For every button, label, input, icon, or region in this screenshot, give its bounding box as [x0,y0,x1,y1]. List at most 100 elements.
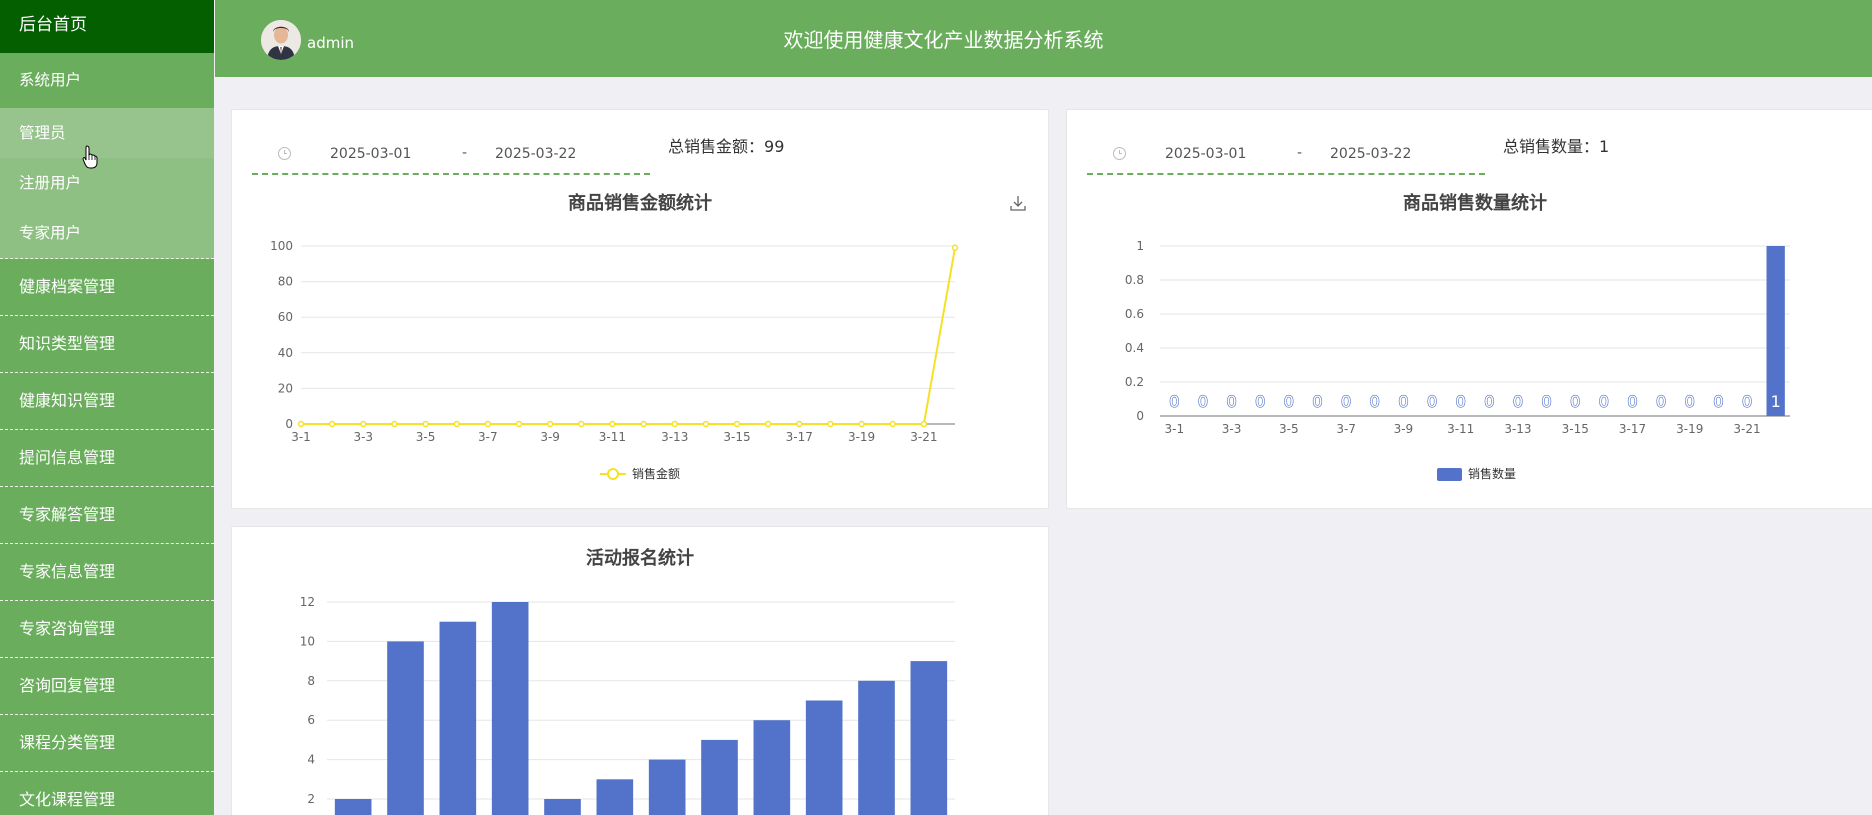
bar [439,621,477,815]
bar [387,641,424,815]
bar [596,779,634,815]
x-tick-label: 3-11 [599,430,626,444]
data-label: 0 [1370,392,1380,411]
data-point [827,420,834,428]
legend-marker [1437,468,1462,481]
data-label: 0 [1484,392,1494,411]
bar [805,700,843,815]
sidebar-item-course-category[interactable]: 课程分类管理 [0,715,214,772]
x-tick-label: 3-1 [1165,422,1185,436]
data-point [764,420,772,428]
sidebar-item-expert-consult[interactable]: 专家咨询管理 [0,601,214,658]
data-point [578,420,585,428]
data-point [671,420,678,428]
sales-amount-card: 2025-03-01 - 2025-03-22 总销售金额：99 商品销售金额统… [231,109,1049,509]
x-tick-label: 3-7 [1336,422,1356,436]
sales-count-bar-chart: 0 0.2 0.4 0.6 0.8 1 3-1 3-3 3-5 3-7 3-9 3-11 3-13 3-1… [1125,239,1790,481]
sidebar-item-expert-info[interactable]: 专家信息管理 [0,544,214,601]
data-label: 0 [1284,392,1294,411]
x-tick-label: 3-17 [1619,422,1646,436]
y-tick-label: 2 [307,792,315,806]
x-tick-label: 3-9 [540,430,560,444]
x-tick-label: 3-21 [910,430,937,444]
legend-marker [607,468,619,480]
bar [334,799,372,815]
y-tick-label: 40 [278,346,293,360]
y-tick-label: 0 [285,417,293,431]
data-point [858,420,865,428]
data-point [609,420,616,428]
data-point [360,420,367,428]
x-tick-label: 3-7 [478,430,498,444]
data-label: 0 [1742,392,1752,411]
x-tick-label: 3-21 [1733,422,1760,436]
x-tick-label: 3-17 [786,430,813,444]
data-label: 0 [1226,392,1236,411]
sidebar-item-culture-course[interactable]: 文化课程管理 [0,772,214,815]
sidebar-item-knowledge-types[interactable]: 知识类型管理 [0,316,214,373]
sidebar-item-questions[interactable]: 提问信息管理 [0,430,214,487]
data-point [328,420,336,428]
data-label: 0 [1341,392,1351,411]
sidebar-item-home[interactable]: 后台首页 [0,0,214,53]
sidebar-item-health-records[interactable]: 健康档案管理 [0,259,214,316]
sidebar-item-consult-reply[interactable]: 咨询回复管理 [0,658,214,715]
y-tick-label: 0.2 [1125,375,1144,389]
data-label: 0 [1627,392,1637,411]
data-label: 1 [1771,392,1781,411]
y-tick-label: 0.6 [1125,307,1144,321]
data-label: 0 [1198,392,1208,411]
data-point [391,420,398,428]
data-label: 0 [1255,392,1265,411]
y-tick-label: 60 [278,310,293,324]
y-tick-label: 80 [278,275,293,289]
x-tick-label: 3-9 [1394,422,1414,436]
sidebar-submenu: 管理员 注册用户 专家用户 [0,108,214,259]
data-label: 0 [1541,392,1551,411]
y-tick-label: 12 [300,595,315,609]
x-tick-label: 3-5 [416,430,436,444]
data-label: 0 [1312,392,1322,411]
bar [648,759,686,815]
x-tick-label: 3-11 [1447,422,1474,436]
data-label: 0 [1169,392,1179,411]
data-label: 0 [1713,392,1723,411]
sidebar-group-system-users: 系统用户 管理员 注册用户 专家用户 [0,53,214,259]
activity-card: 活动报名统计 2 4 6 8 10 12 [231,526,1049,815]
y-tick-label: 20 [278,381,293,395]
bar [858,680,895,815]
data-label: 0 [1685,392,1695,411]
data-point [297,420,305,428]
data-point [422,420,429,428]
bar [701,739,738,815]
data-point [889,420,896,428]
data-point [640,420,647,428]
x-tick-label: 3-3 [1222,422,1242,436]
y-tick-label: 100 [270,239,293,253]
hand-cursor-icon [82,145,98,169]
legend-label: 销售数量 [1468,466,1516,481]
x-tick-label: 3-19 [848,430,875,444]
x-tick-label: 3-13 [1504,422,1531,436]
sidebar-item-expert-users[interactable]: 专家用户 [0,208,214,258]
y-tick-label: 1 [1136,239,1144,253]
data-label: 0 [1513,392,1523,411]
sidebar-item-registered-users[interactable]: 注册用户 [0,158,214,208]
x-tick-label: 3-13 [661,430,688,444]
top-header: admin 欢迎使用健康文化产业数据分析系统 [215,0,1872,77]
data-label: 0 [1398,392,1408,411]
sales-amount-line-chart: 0 20 40 60 80 100 3-1 3-3 3-5 3-7 3-9 3-11 3-13 3-15 3… [270,239,959,481]
page-title: 欢迎使用健康文化产业数据分析系统 [783,28,1104,52]
sales-count-card: 2025-03-01 - 2025-03-22 总销售数量：1 商品销售数量统计… [1066,109,1872,509]
sidebar-item-system-users[interactable]: 系统用户 [0,53,214,108]
sidebar-item-health-knowledge[interactable]: 健康知识管理 [0,373,214,430]
x-tick-label: 3-19 [1676,422,1703,436]
data-point [702,420,710,428]
data-label: 0 [1456,392,1466,411]
sidebar-item-expert-answers[interactable]: 专家解答管理 [0,487,214,544]
y-tick-label: 0 [1136,409,1144,423]
data-point [546,420,554,428]
y-tick-label: 0.4 [1125,341,1144,355]
data-label: 0 [1656,392,1666,411]
sidebar-item-admin[interactable]: 管理员 [0,108,214,158]
